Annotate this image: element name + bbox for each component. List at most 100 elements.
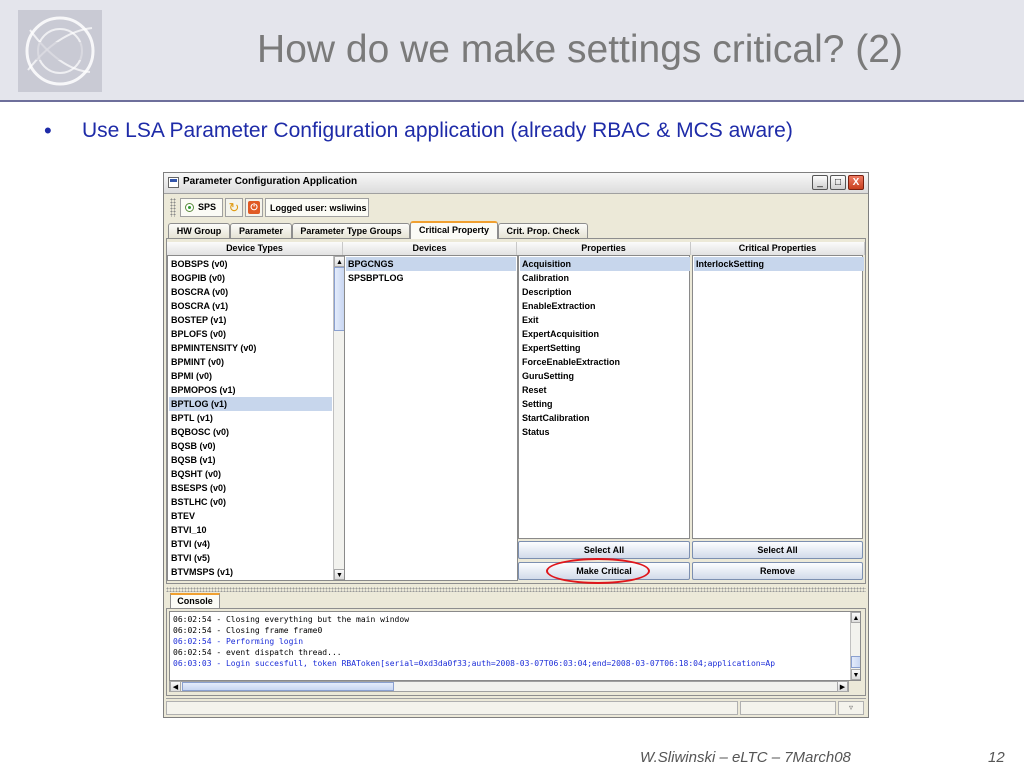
cern-logo-icon [18,10,102,92]
slide-header-rule [0,100,1024,102]
scroll-thumb[interactable] [182,682,394,691]
scroll-left-icon[interactable]: ◀ [170,681,181,692]
console-line: 06:02:54 - Closing everything but the ma… [173,615,410,624]
device-type-item[interactable]: BPMOPOS (v1) [169,383,332,397]
device-type-item[interactable]: BSESPS (v0) [169,481,332,495]
minimize-button[interactable]: _ [812,175,828,190]
console-line: 06:02:54 - event dispatch thread... [173,648,342,657]
tab-parameter[interactable]: Parameter [230,223,292,238]
console-line: 06:02:54 - Closing frame frame0 [173,626,323,635]
logged-user-label: Logged user: wsliwins [270,203,367,213]
device-type-item[interactable]: BTEV [169,509,332,523]
property-item[interactable]: Exit [520,313,690,327]
property-item[interactable]: Acquisition [520,257,690,271]
property-item[interactable]: Description [520,285,690,299]
scroll-up-icon[interactable]: ▲ [851,612,860,623]
device-type-item[interactable]: BOBSPS (v0) [169,257,332,271]
slide-title: How do we make settings critical? (2) [257,28,903,71]
critical-property-item[interactable]: InterlockSetting [694,257,864,271]
device-type-item[interactable]: BQSHT (v0) [169,467,332,481]
select-all-properties-button[interactable]: Select All [518,541,690,559]
window-titlebar[interactable]: Parameter Configuration Application _ □ … [164,173,868,194]
console-line: 06:02:54 - Performing login [173,637,304,646]
maximize-button[interactable]: □ [830,175,846,190]
console-line: 06:03:03 - Login succesfull, token RBATo… [173,659,776,668]
device-type-item[interactable]: BTVI_10 [169,523,332,537]
device-type-item[interactable]: BOSCRA (v0) [169,285,332,299]
app-icon [168,177,179,188]
make-critical-highlight [546,558,650,584]
property-item[interactable]: StartCalibration [520,411,690,425]
property-item[interactable]: EnableExtraction [520,299,690,313]
scroll-down-icon[interactable]: ▼ [851,669,860,680]
status-field-secondary [740,701,836,715]
properties-header: Properties [517,242,691,255]
accelerator-selector[interactable]: SPS [180,198,223,217]
console-vscrollbar[interactable]: ▲ ▼ [850,612,860,680]
console-output[interactable]: 06:02:54 - Closing everything but the ma… [169,611,861,681]
logged-user-display: Logged user: wsliwins [265,198,369,217]
device-type-item[interactable]: BOGPIB (v0) [169,271,332,285]
tab-parameter-type-groups[interactable]: Parameter Type Groups [292,223,410,238]
scroll-thumb[interactable] [851,656,860,668]
devices-list: BPGCNGS SPSBPTLOG [344,255,518,581]
critical-properties-list: InterlockSetting [692,255,864,539]
device-type-item[interactable]: BPTLOG (v1) [169,397,332,411]
property-item[interactable]: ForceEnableExtraction [520,355,690,369]
device-type-item[interactable]: BOSTEP (v1) [169,313,332,327]
tab-hw-group[interactable]: HW Group [168,223,230,238]
console-hscrollbar[interactable]: ◀ ▶ [169,681,849,692]
device-type-item[interactable]: BQBOSC (v0) [169,425,332,439]
property-item[interactable]: GuruSetting [520,369,690,383]
property-item[interactable]: Reset [520,383,690,397]
device-type-item[interactable]: BPMI (v0) [169,369,332,383]
device-type-item[interactable]: BPMINTENSITY (v0) [169,341,332,355]
refresh-icon: ↻ [228,200,240,215]
device-item[interactable]: BPGCNGS [346,257,516,271]
property-item[interactable]: Setting [520,397,690,411]
select-all-critical-button[interactable]: Select All [692,541,863,559]
radio-on-icon [185,203,194,212]
device-type-item[interactable]: BTVMSPS (v1) [169,565,332,579]
device-type-item[interactable]: BQSB (v1) [169,453,332,467]
close-button[interactable]: X [848,175,864,190]
footer-credit: W.Sliwinski – eLTC – 7March08 [640,749,851,766]
bullet-marker: • [44,118,52,143]
toolbar: SPS ↻ ⏻ Logged user: wsliwins [168,196,866,220]
device-type-item[interactable]: BTVI (v4) [169,537,332,551]
tab-console[interactable]: Console [170,593,220,608]
devices-header: Devices [343,242,517,255]
device-types-header: Device Types [167,242,343,255]
remove-button[interactable]: Remove [692,562,863,580]
accelerator-label: SPS [198,202,217,212]
resize-grip-icon[interactable]: ▿ [838,701,864,715]
page-number: 12 [988,749,1005,766]
bullet-text: Use LSA Parameter Configuration applicat… [82,119,793,142]
property-item[interactable]: Calibration [520,271,690,285]
refresh-button[interactable]: ↻ [225,198,243,217]
tab-critical-property[interactable]: Critical Property [410,221,498,239]
panel-splitter[interactable] [166,587,866,592]
power-icon: ⏻ [248,201,260,214]
scroll-right-icon[interactable]: ▶ [837,681,848,692]
device-type-item[interactable]: BPTL (v1) [169,411,332,425]
property-item[interactable]: Status [520,425,690,439]
device-type-item[interactable]: BOSCRA (v1) [169,299,332,313]
tab-crit-prop-check[interactable]: Crit. Prop. Check [498,223,588,238]
logout-button[interactable]: ⏻ [245,198,263,217]
app-window: Parameter Configuration Application _ □ … [163,172,869,718]
property-item[interactable]: ExpertSetting [520,341,690,355]
window-title: Parameter Configuration Application [183,176,358,187]
device-item[interactable]: SPSBPTLOG [346,271,516,285]
device-type-item[interactable]: BPMINT (v0) [169,355,332,369]
device-type-item[interactable]: BTVI (v5) [169,551,332,565]
device-type-item[interactable]: BPLOFS (v0) [169,327,332,341]
status-bar: ▿ [166,698,866,717]
device-types-list: BOBSPS (v0) BOGPIB (v0) BOSCRA (v0) BOSCRA … [167,255,345,581]
toolbar-grip[interactable] [170,198,176,217]
status-field-main [166,701,738,715]
device-type-item[interactable]: BSTLHC (v0) [169,495,332,509]
critical-properties-header: Critical Properties [691,242,865,255]
property-item[interactable]: ExpertAcquisition [520,327,690,341]
device-type-item[interactable]: BQSB (v0) [169,439,332,453]
